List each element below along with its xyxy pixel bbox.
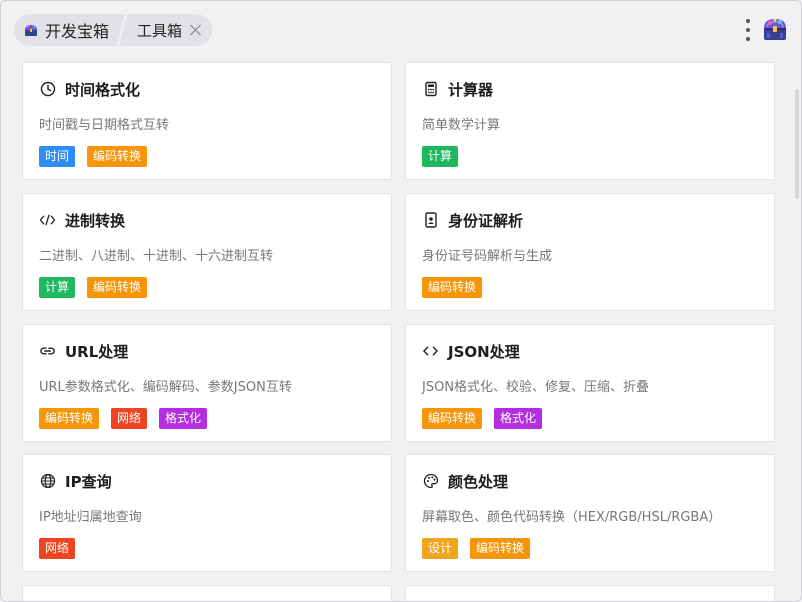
tool-card-title: 身份证解析 bbox=[422, 210, 523, 230]
tool-card-description: 身份证号码解析与生成 bbox=[422, 249, 553, 264]
tool-card-description: IP地址归属地查询 bbox=[39, 510, 142, 525]
code-brackets-icon bbox=[422, 343, 439, 360]
tool-card-title-label: IP查询 bbox=[65, 472, 112, 491]
calculator-icon bbox=[422, 81, 439, 98]
tool-card-tags: 时间 编码转换 bbox=[39, 146, 148, 167]
clock-icon bbox=[39, 81, 56, 98]
tool-card-title-label: 时间格式化 bbox=[65, 80, 141, 99]
tool-card[interactable]: 颜色处理屏幕取色、颜色代码转换（HEX/RGB/HSL/RGBA） 设计 编码转换 bbox=[405, 454, 775, 572]
tool-card[interactable]: 计算器简单数学计算计算 bbox=[405, 62, 775, 180]
tag-badge: 编码转换 bbox=[422, 408, 483, 429]
tool-card[interactable]: 时间格式化时间戳与日期格式互转时间 编码转换 bbox=[22, 62, 392, 180]
tool-grid: 时间格式化 时间戳与日期格式互转 时间 编码转换 计算器 简单数学计算 计算 进制转换 二进制、… bbox=[1, 1, 801, 601]
tool-card-tags: 设计 编码转换 bbox=[422, 538, 531, 559]
tool-card-title: JSON处理 bbox=[422, 341, 520, 361]
code-slash-icon bbox=[39, 212, 56, 229]
tool-card-title-label: 颜色处理 bbox=[448, 472, 509, 491]
tool-card-title-label: 计算器 bbox=[448, 80, 494, 99]
id-card-icon bbox=[422, 212, 439, 229]
tool-card-tags: 编码转换 网络 格式化 bbox=[39, 408, 208, 429]
tool-card[interactable]: JSON处理 JSON格式化、校验、修复、压缩、折叠编码转换 格式化 bbox=[405, 324, 775, 442]
tool-card-description: 时间戳与日期格式互转 bbox=[39, 118, 170, 133]
tool-card-tags: 编码转换 bbox=[422, 277, 483, 298]
tool-card-title-label: 身份证解析 bbox=[448, 211, 524, 230]
palette-icon bbox=[422, 473, 439, 490]
tool-card[interactable]: IP查询 IP地址归属地查询网络 bbox=[22, 454, 392, 572]
tool-card-title: URL处理 bbox=[39, 341, 128, 361]
tag-badge: 网络 bbox=[111, 408, 148, 429]
tool-card-description: 屏幕取色、颜色代码转换（HEX/RGB/HSL/RGBA） bbox=[422, 510, 722, 525]
tool-card[interactable]: URL处理 URL参数格式化、编码解码、参数JSON互转编码转换 网络 格式化 bbox=[22, 324, 392, 442]
tag-badge: 编码转换 bbox=[87, 277, 148, 298]
tool-card-partial[interactable] bbox=[22, 585, 392, 601]
tool-card-tags: 计算 bbox=[422, 146, 459, 167]
tool-card-tags: 编码转换 格式化 bbox=[422, 408, 543, 429]
tag-badge: 计算 bbox=[422, 146, 459, 167]
tag-badge: 格式化 bbox=[159, 408, 208, 429]
tool-card[interactable]: 进制转换二进制、八进制、十进制、十六进制互转计算 编码转换 bbox=[22, 193, 392, 311]
tool-card-title: 计算器 bbox=[422, 79, 493, 99]
tag-badge: 时间 bbox=[39, 146, 76, 167]
scrollbar[interactable] bbox=[795, 89, 799, 199]
tool-card-partial[interactable] bbox=[405, 585, 775, 601]
tool-card-description: URL参数格式化、编码解码、参数JSON互转 bbox=[39, 380, 292, 395]
tool-card-title: 时间格式化 bbox=[39, 79, 140, 99]
tool-card-description: 二进制、八进制、十进制、十六进制互转 bbox=[39, 249, 274, 264]
tool-card-title-label: 进制转换 bbox=[65, 211, 126, 230]
tool-card[interactable]: 身份证解析身份证号码解析与生成编码转换 bbox=[405, 193, 775, 311]
tag-badge: 编码转换 bbox=[39, 408, 100, 429]
tool-card-title-label: JSON处理 bbox=[448, 342, 520, 361]
tool-card-title: IP查询 bbox=[39, 471, 112, 491]
tool-card-tags: 网络 bbox=[39, 538, 76, 559]
globe-icon bbox=[39, 473, 56, 490]
tool-card-title: 进制转换 bbox=[39, 210, 125, 230]
tool-card-title: 颜色处理 bbox=[422, 471, 508, 491]
tool-card-description: JSON格式化、校验、修复、压缩、折叠 bbox=[422, 380, 650, 395]
tool-card-tags: 计算 编码转换 bbox=[39, 277, 148, 298]
tag-badge: 计算 bbox=[39, 277, 76, 298]
tag-badge: 编码转换 bbox=[470, 538, 531, 559]
tag-badge: 编码转换 bbox=[422, 277, 483, 298]
tag-badge: 设计 bbox=[422, 538, 459, 559]
app-window: 开发宝箱 工具箱 时间格式化 时间戳与日期格式互转 时间 编码转换 计算器 简单数学计 bbox=[0, 0, 802, 602]
tool-card-description: 简单数学计算 bbox=[422, 118, 501, 133]
tag-badge: 编码转换 bbox=[87, 146, 148, 167]
tag-badge: 网络 bbox=[39, 538, 76, 559]
tool-card-title-label: URL处理 bbox=[65, 342, 129, 361]
link-icon bbox=[39, 343, 56, 360]
tag-badge: 格式化 bbox=[494, 408, 543, 429]
